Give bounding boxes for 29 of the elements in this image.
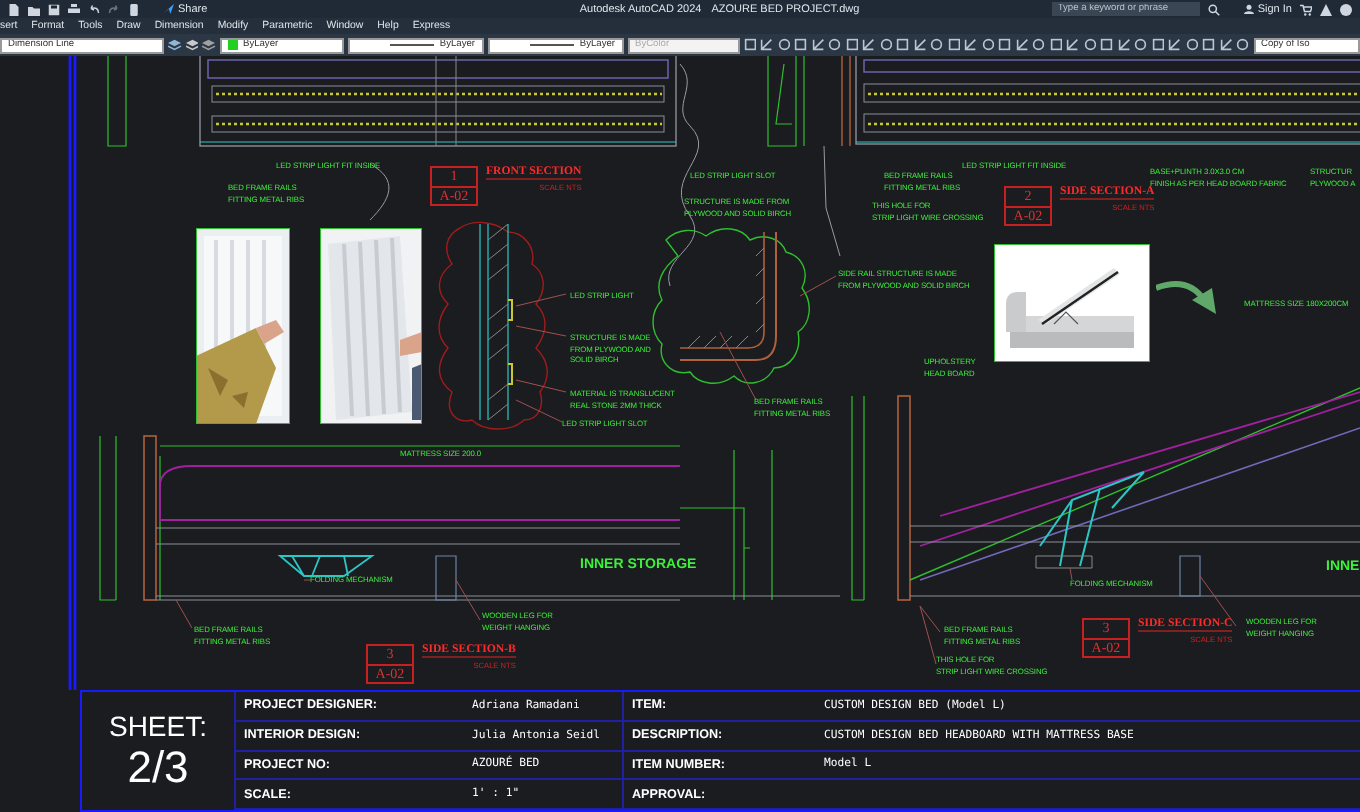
save-icon[interactable] [48,3,60,15]
layer-icon[interactable] [185,38,198,52]
help-icon[interactable] [1339,3,1352,15]
search-icon[interactable] [1207,3,1220,15]
layer-icon[interactable] [202,38,215,52]
tool-icon[interactable] [1219,38,1232,52]
tool-icon[interactable] [760,38,773,52]
tool-icon[interactable] [913,38,926,52]
tool-icon[interactable] [1117,38,1130,52]
tool-icon[interactable] [1015,38,1028,52]
cart-icon[interactable] [1299,3,1312,15]
tool-icon[interactable] [862,38,875,52]
sheet-label: SHEET: [108,709,207,741]
curved-arrow-icon [1156,276,1216,316]
layer-icon[interactable] [168,38,181,52]
sheet-number: 2/3 [127,741,189,793]
tool-icon[interactable] [1066,38,1079,52]
printer-icon[interactable] [68,3,80,15]
redo-icon[interactable] [108,3,120,15]
tool-icon[interactable] [1236,38,1249,52]
tool-icon[interactable] [743,38,756,52]
phone-icon[interactable] [128,3,140,15]
share-icon [164,4,174,14]
user-icon [1243,4,1254,14]
tool-icon[interactable] [811,38,824,52]
tool-icon[interactable] [1168,38,1181,52]
triangle-icon[interactable] [1319,3,1332,15]
undo-icon[interactable] [88,3,100,15]
tool-icon[interactable] [964,38,977,52]
